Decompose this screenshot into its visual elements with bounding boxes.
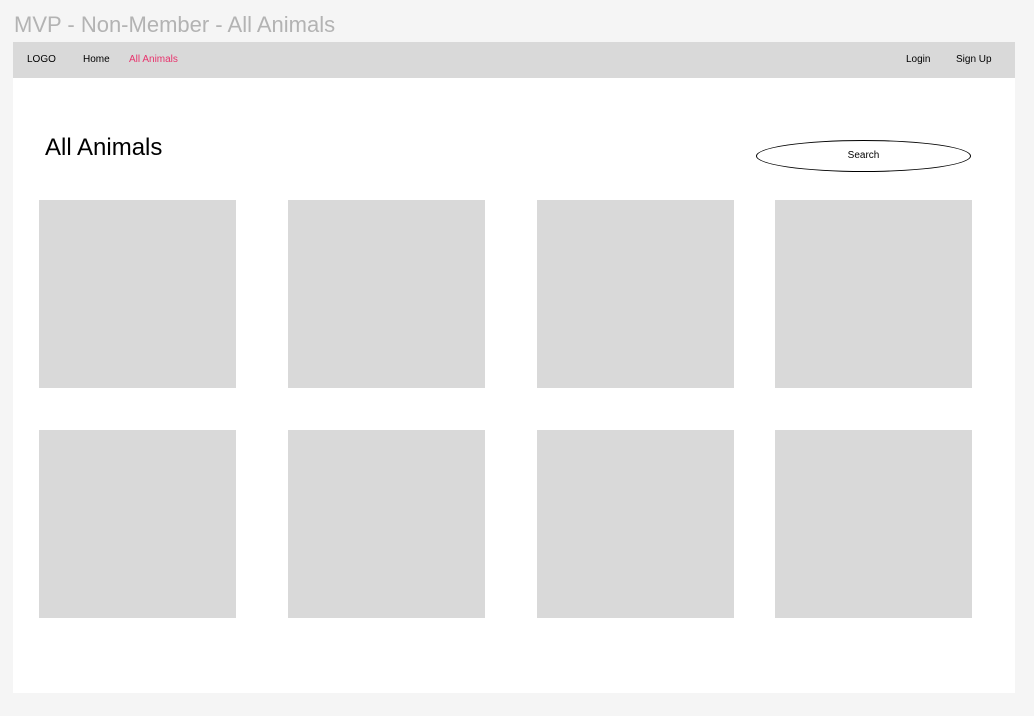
page-frame: LOGO Home All Animals Login Sign Up All …: [13, 42, 1015, 693]
animal-card[interactable]: [288, 200, 485, 388]
search-input[interactable]: Search: [756, 140, 971, 172]
animal-card[interactable]: [775, 430, 972, 618]
login-link[interactable]: Login: [906, 42, 930, 78]
frame-title: MVP - Non-Member - All Animals: [14, 12, 336, 37]
nav-link-all-animals[interactable]: All Animals: [129, 42, 178, 78]
animal-card[interactable]: [537, 430, 734, 618]
page-title: All Animals: [45, 134, 163, 161]
animal-card[interactable]: [39, 430, 236, 618]
animal-card[interactable]: [537, 200, 734, 388]
nav-link-home[interactable]: Home: [83, 42, 110, 78]
logo: LOGO: [27, 54, 56, 65]
signup-link[interactable]: Sign Up: [956, 42, 992, 78]
top-navbar: LOGO Home All Animals Login Sign Up: [13, 42, 1015, 78]
animal-card[interactable]: [39, 200, 236, 388]
animal-card[interactable]: [288, 430, 485, 618]
animal-card[interactable]: [775, 200, 972, 388]
